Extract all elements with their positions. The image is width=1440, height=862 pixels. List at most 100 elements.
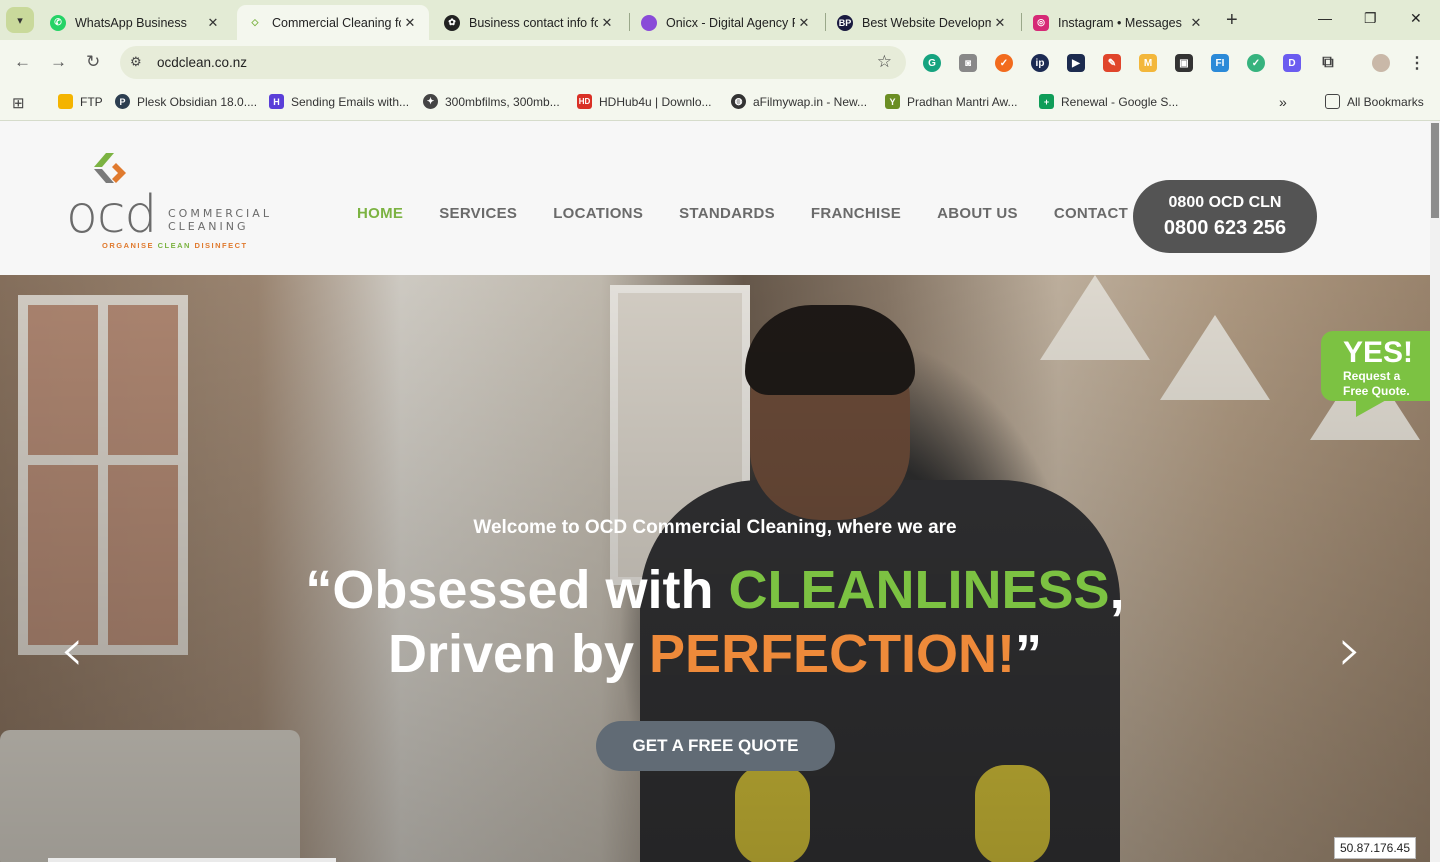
- headline-line1-prefix: “Obsessed with: [305, 560, 729, 620]
- profile-avatar[interactable]: [1372, 54, 1390, 72]
- logo-subtext: COMMERCIAL CLEANING: [168, 207, 272, 233]
- headline-line2-prefix: Driven by: [387, 624, 650, 684]
- page-scrollbar[interactable]: [1430, 121, 1440, 862]
- camera-icon[interactable]: ◙: [959, 54, 977, 72]
- bookmark-star-icon[interactable]: ☆: [877, 52, 892, 72]
- nav-about-us[interactable]: ABOUT US: [937, 205, 1018, 222]
- close-tab-icon[interactable]: ✕: [598, 15, 616, 31]
- bookmark-label: Pradhan Mantri Aw...: [907, 94, 1018, 109]
- colorzilla-icon[interactable]: ✎: [1103, 54, 1121, 72]
- close-window-icon[interactable]: ✕: [1410, 10, 1422, 27]
- phone-call-button[interactable]: 0800 OCD CLN 0800 623 256: [1133, 180, 1317, 253]
- forward-icon[interactable]: →: [50, 52, 67, 72]
- openai-icon: ✿: [444, 14, 460, 31]
- ocd-logo[interactable]: ocd COMMERCIAL CLEANING ORGANISE CLEAN D…: [66, 145, 276, 255]
- bookmark-sending-emails[interactable]: H Sending Emails with...: [269, 94, 409, 109]
- ip-extension-icon[interactable]: ip: [1031, 54, 1049, 72]
- bookmark-hdhub[interactable]: HD HDHub4u | Downlo...: [577, 94, 712, 109]
- phone-words: 0800 OCD CLN: [1168, 194, 1282, 211]
- tab-separator: [629, 13, 630, 31]
- bookmark-label: Plesk Obsidian 18.0....: [137, 94, 258, 109]
- logo-wordmark: ocd: [66, 185, 157, 245]
- hero-headline: “Obsessed with CLEANLINESS, Driven by PE…: [0, 558, 1430, 686]
- tab-title: Onicx - Digital Agency F: [666, 15, 795, 30]
- emblem-icon: Y: [885, 94, 900, 109]
- nav-contact[interactable]: CONTACT: [1054, 205, 1128, 222]
- minimize-icon[interactable]: —: [1318, 10, 1332, 26]
- bookmark-plesk[interactable]: P Plesk Obsidian 18.0....: [115, 94, 257, 109]
- hostinger-icon: H: [269, 94, 284, 109]
- d-extension-icon[interactable]: D: [1283, 54, 1301, 72]
- grammarly-icon[interactable]: G: [923, 54, 941, 72]
- fi-extension-icon[interactable]: FI: [1211, 54, 1229, 72]
- nav-standards[interactable]: STANDARDS: [679, 205, 775, 222]
- site-info-icon[interactable]: ⚙: [130, 54, 142, 70]
- image-icon[interactable]: ▣: [1175, 54, 1193, 72]
- bookmark-label: aFilmywap.in - New...: [753, 94, 868, 109]
- slider-prev-icon[interactable]: ‹: [60, 620, 84, 680]
- shield-icon[interactable]: ✓: [1247, 54, 1265, 72]
- logo-cleaning: CLEANING: [168, 220, 249, 233]
- bookmark-pradhan-mantri[interactable]: Y Pradhan Mantri Aw...: [885, 94, 1018, 109]
- restore-icon[interactable]: ❐: [1364, 10, 1377, 27]
- badge-yes: YES!: [1343, 336, 1414, 369]
- close-tab-icon[interactable]: ✕: [795, 15, 813, 31]
- close-tab-icon[interactable]: ✕: [204, 15, 222, 31]
- tagline-organise: ORGANISE: [102, 241, 155, 250]
- free-quote-badge[interactable]: YES! Request a Free Quote.: [1321, 331, 1430, 401]
- bookmark-label: Renewal - Google S...: [1061, 94, 1179, 109]
- apps-grid-icon[interactable]: ⊞: [12, 94, 25, 112]
- tab-search-button[interactable]: ▾: [6, 7, 34, 33]
- whatsapp-icon: ✆: [50, 14, 66, 31]
- all-bookmarks[interactable]: All Bookmarks: [1325, 94, 1424, 109]
- logo-commercial: COMMERCIAL: [168, 207, 272, 220]
- folder-outline-icon: [1325, 94, 1340, 109]
- slider-next-icon[interactable]: ›: [1338, 620, 1362, 680]
- tab-best-website[interactable]: BP Best Website Developm ✕: [827, 5, 1019, 40]
- new-tab-icon[interactable]: +: [1226, 9, 1238, 32]
- sheets-icon: +: [1039, 94, 1054, 109]
- back-icon[interactable]: ←: [14, 52, 31, 72]
- close-tab-icon[interactable]: ✕: [991, 15, 1009, 31]
- tagline-disinfect: DISINFECT: [194, 241, 248, 250]
- bookmark-afilmywap[interactable]: ◍ aFilmywap.in - New...: [731, 94, 867, 109]
- scrollbar-thumb[interactable]: [1431, 123, 1439, 218]
- menu-kebab-icon[interactable]: ⋮: [1408, 54, 1426, 72]
- close-tab-icon[interactable]: ✕: [401, 15, 419, 31]
- logo-tagline: ORGANISE CLEAN DISINFECT: [102, 241, 248, 250]
- headline-line2-suffix: ”: [1015, 624, 1043, 684]
- bookmark-300mbfilms[interactable]: ✦ 300mbfilms, 300mb...: [423, 94, 560, 109]
- video-recorder-icon[interactable]: ▶: [1067, 54, 1085, 72]
- site-header: ocd COMMERCIAL CLEANING ORGANISE CLEAN D…: [0, 121, 1430, 275]
- hd-icon: HD: [577, 94, 592, 109]
- nav-services[interactable]: SERVICES: [439, 205, 517, 222]
- tab-title: Instagram • Messages: [1058, 15, 1182, 30]
- tab-title: Commercial Cleaning fo: [272, 15, 401, 30]
- close-tab-icon[interactable]: ✕: [1187, 15, 1205, 31]
- get-free-quote-button[interactable]: GET A FREE QUOTE: [596, 721, 835, 771]
- bookmark-label: Sending Emails with...: [291, 94, 410, 109]
- puzzle-icon[interactable]: ⧉: [1319, 54, 1337, 72]
- nav-locations[interactable]: LOCATIONS: [553, 205, 643, 222]
- bookmark-label: HDHub4u | Downlo...: [599, 94, 712, 109]
- tab-onicx[interactable]: Onicx - Digital Agency F ✕: [631, 5, 823, 40]
- tagline-clean: CLEAN: [157, 241, 191, 250]
- ocd-favicon-icon: ◇: [251, 17, 259, 27]
- address-bar[interactable]: ⚙ ocdclean.co.nz ☆: [120, 46, 906, 79]
- bookmark-renewal[interactable]: + Renewal - Google S...: [1039, 94, 1178, 109]
- tab-business-contact[interactable]: ✿ Business contact info fo ✕: [434, 5, 626, 40]
- nav-home[interactable]: HOME: [357, 205, 403, 222]
- plesk-icon: P: [115, 94, 130, 109]
- tab-separator: [825, 13, 826, 31]
- tab-instagram[interactable]: ◎ Instagram • Messages ✕: [1023, 5, 1215, 40]
- nav-franchise[interactable]: FRANCHISE: [811, 205, 901, 222]
- bookmark-ftp[interactable]: FTP: [58, 94, 103, 109]
- url-text[interactable]: ocdclean.co.nz: [157, 55, 247, 70]
- ip-address-badge: 50.87.176.45: [1334, 837, 1416, 859]
- more-bookmarks-icon[interactable]: »: [1279, 94, 1287, 110]
- extension-orange-icon[interactable]: ✓: [995, 54, 1013, 72]
- tab-whatsapp[interactable]: ✆ WhatsApp Business ✕: [40, 5, 232, 40]
- reload-icon[interactable]: ↻: [86, 52, 100, 72]
- m-extension-icon[interactable]: M: [1139, 54, 1157, 72]
- tab-commercial-cleaning[interactable]: ◇ Commercial Cleaning fo ✕: [237, 5, 429, 40]
